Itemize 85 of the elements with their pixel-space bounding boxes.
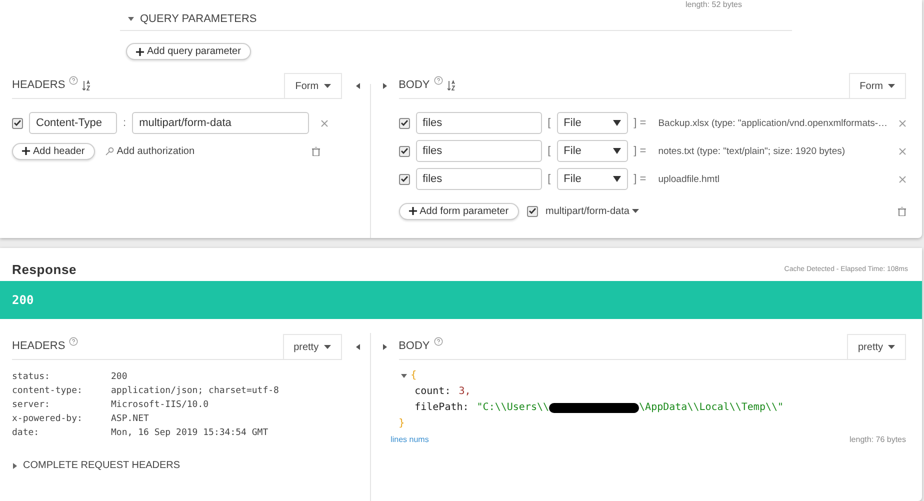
checkbox[interactable] bbox=[398, 174, 410, 184]
pane-title: BODY bbox=[398, 79, 430, 91]
status-bar: 200 bbox=[0, 281, 922, 319]
add-header-button[interactable]: Add header bbox=[12, 142, 95, 160]
trash-icon[interactable] bbox=[312, 146, 320, 156]
add-form-parameter-button[interactable]: Add form parameter bbox=[398, 202, 519, 220]
bracket-equals-label: ] = bbox=[634, 145, 646, 157]
type-select[interactable]: File bbox=[556, 112, 628, 134]
header-key: status: bbox=[12, 372, 111, 382]
plus-icon bbox=[136, 48, 144, 56]
bracket-label: [ bbox=[548, 117, 551, 129]
bracket-label: [ bbox=[548, 145, 551, 157]
param-name-field[interactable]: files bbox=[416, 140, 542, 162]
header-key: x-powered-by: bbox=[12, 414, 111, 424]
bracket-equals-label: ] = bbox=[634, 117, 646, 129]
help-icon[interactable] bbox=[69, 337, 78, 346]
checkbox[interactable] bbox=[12, 118, 23, 128]
file-value: uploadfile.hmtl bbox=[658, 174, 720, 184]
json-brace: } bbox=[398, 418, 406, 429]
expand-icon bbox=[12, 462, 18, 468]
file-value: Backup.xlsx (type: "application/vnd.openxmlformats-… bbox=[658, 118, 889, 128]
header-value: application/json; charset=utf-8 bbox=[111, 386, 280, 396]
caret-icon bbox=[612, 148, 621, 154]
json-key: filePath: bbox=[414, 402, 469, 413]
header-value: 200 bbox=[111, 372, 128, 382]
json-string: \AppData\\Local\\Temp\\" bbox=[639, 402, 784, 413]
plus-icon bbox=[408, 207, 417, 215]
json-brace: { bbox=[410, 370, 417, 381]
bracket-label: [ bbox=[548, 173, 551, 185]
section-title[interactable]: QUERY PARAMETERS bbox=[140, 13, 257, 25]
checkbox[interactable] bbox=[398, 146, 410, 156]
collapse-icon bbox=[128, 16, 134, 22]
response-title: Response bbox=[12, 262, 77, 277]
header-name-field[interactable]: Content-Type bbox=[29, 112, 117, 134]
trash-icon[interactable] bbox=[898, 206, 906, 216]
add-query-parameter-button[interactable]: Add query parameter bbox=[126, 43, 251, 60]
complete-request-headers-toggle[interactable]: COMPLETE REQUEST HEADERS bbox=[23, 460, 180, 471]
collapse-icon bbox=[400, 372, 407, 378]
mode-dropdown[interactable]: pretty bbox=[846, 334, 906, 359]
sort-icon[interactable] bbox=[446, 80, 456, 90]
close-icon[interactable] bbox=[899, 148, 906, 154]
checkbox[interactable] bbox=[526, 206, 538, 216]
json-key: count: bbox=[414, 386, 451, 397]
help-icon[interactable] bbox=[69, 76, 78, 85]
header-key: date: bbox=[12, 428, 111, 438]
pane-title: BODY bbox=[398, 340, 430, 352]
caret-icon bbox=[612, 176, 621, 182]
header-value-field[interactable]: multipart/form-data bbox=[132, 112, 310, 134]
json-number: 3, bbox=[458, 386, 471, 397]
close-icon[interactable] bbox=[321, 120, 328, 126]
json-string: "C:\\Users\\ bbox=[476, 402, 550, 413]
help-icon[interactable] bbox=[434, 76, 443, 85]
close-icon[interactable] bbox=[899, 176, 906, 182]
caret-icon bbox=[632, 209, 640, 213]
mode-dropdown[interactable]: Form bbox=[284, 73, 342, 98]
mode-dropdown[interactable]: Form bbox=[848, 73, 906, 98]
param-name-field[interactable]: files bbox=[416, 168, 542, 190]
sort-icon[interactable] bbox=[82, 80, 92, 90]
length-label: length: 52 bytes bbox=[686, 0, 742, 10]
bracket-equals-label: ] = bbox=[634, 173, 646, 185]
type-select[interactable]: File bbox=[556, 168, 628, 190]
header-value: ASP.NET bbox=[111, 414, 150, 424]
caret-icon bbox=[888, 84, 895, 88]
header-value: Microsoft-IIS/10.0 bbox=[111, 400, 210, 410]
caret-icon bbox=[612, 120, 621, 126]
header-key: server: bbox=[12, 400, 111, 410]
file-value: notes.txt (type: "text/plain"; size: 1920 bytes) bbox=[658, 146, 846, 156]
checkbox[interactable] bbox=[398, 118, 410, 128]
colon-label: : bbox=[123, 117, 126, 129]
mode-dropdown[interactable]: pretty bbox=[282, 334, 342, 359]
encoding-dropdown[interactable]: multipart/form-data bbox=[546, 206, 640, 216]
type-select[interactable]: File bbox=[556, 140, 628, 162]
header-key: content-type: bbox=[12, 386, 111, 396]
length-label: length: 76 bytes bbox=[850, 435, 906, 444]
caret-icon bbox=[324, 84, 331, 88]
caret-icon bbox=[324, 345, 331, 349]
caret-icon bbox=[888, 345, 895, 349]
header-value: Mon, 16 Sep 2019 15:34:54 GMT bbox=[111, 428, 270, 438]
close-icon[interactable] bbox=[899, 120, 906, 126]
pane-title: HEADERS bbox=[12, 79, 66, 91]
plus-icon bbox=[22, 147, 30, 155]
help-icon[interactable] bbox=[434, 337, 443, 346]
param-name-field[interactable]: files bbox=[416, 112, 542, 134]
add-authorization-link[interactable]: Add authorization bbox=[104, 146, 195, 156]
pane-title: HEADERS bbox=[12, 340, 66, 352]
